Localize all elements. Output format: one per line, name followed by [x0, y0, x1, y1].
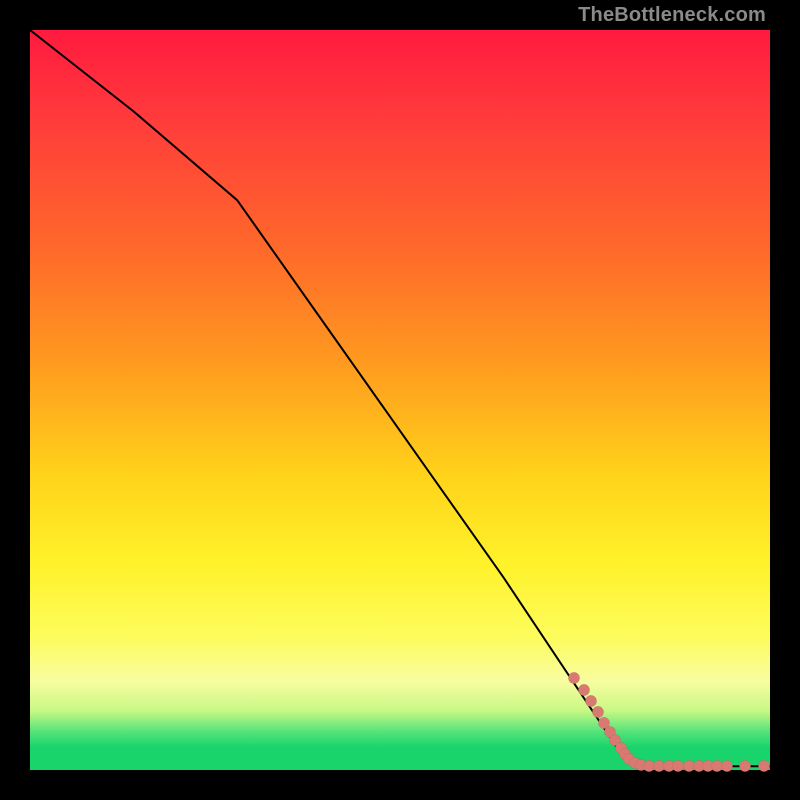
watermark-text: TheBottleneck.com: [578, 4, 766, 27]
bottleneck-curve-path: [30, 30, 770, 766]
data-marker: [593, 707, 604, 718]
plot-area: [30, 30, 770, 770]
data-marker: [722, 761, 733, 772]
data-marker: [711, 761, 722, 772]
data-marker: [578, 685, 589, 696]
data-marker: [654, 761, 665, 772]
data-marker: [759, 761, 770, 772]
data-marker: [643, 761, 654, 772]
data-marker: [568, 672, 579, 683]
curve-svg: [30, 30, 770, 770]
data-marker: [585, 696, 596, 707]
data-marker: [673, 761, 684, 772]
chart-container: TheBottleneck.com: [0, 0, 800, 800]
data-marker: [683, 761, 694, 772]
data-marker: [739, 761, 750, 772]
